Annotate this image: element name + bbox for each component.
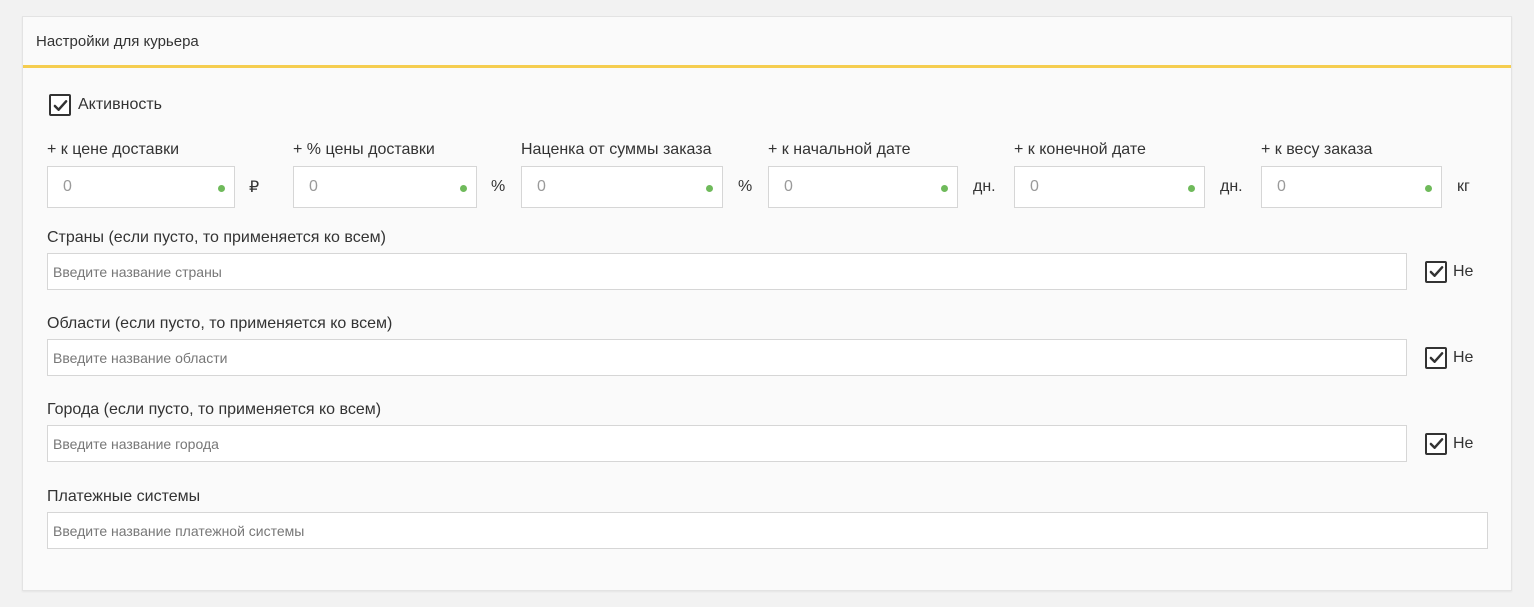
panel-header: Настройки для курьера xyxy=(23,17,1511,68)
regions-label: Области (если пусто, то применяется ко в… xyxy=(47,315,393,332)
active-label: Активность xyxy=(78,96,163,113)
weight-label: + к весу заказа xyxy=(1261,141,1373,158)
countries-group: Страны (если пусто, то применяется ко вс… xyxy=(47,228,1473,290)
cities-placeholder: Введите название города xyxy=(53,435,219,452)
countries-placeholder: Введите название страны xyxy=(53,263,222,280)
payment-input[interactable]: Введите название платежной системы xyxy=(47,512,1488,549)
price-add-input[interactable]: 0 xyxy=(47,166,235,208)
panel-title: Настройки для курьера xyxy=(36,32,199,50)
checkmark-icon xyxy=(1429,352,1443,363)
weight-unit: кг xyxy=(1457,178,1470,195)
status-dot-icon xyxy=(1425,185,1432,192)
end-date-unit: дн. xyxy=(1220,178,1243,195)
regions-group: Области (если пусто, то применяется ко в… xyxy=(47,314,1473,376)
regions-not-label: Не xyxy=(1453,348,1474,366)
order-markup-group: Наценка от суммы заказа 0 % xyxy=(521,140,752,208)
price-percent-unit: % xyxy=(491,178,506,195)
order-markup-value: 0 xyxy=(537,178,546,195)
cities-not-toggle: Не xyxy=(1425,432,1474,455)
courier-settings-panel: Настройки для курьера Активность + к цен… xyxy=(22,16,1512,591)
checkmark-icon xyxy=(1429,438,1443,449)
status-dot-icon xyxy=(941,185,948,192)
status-dot-icon xyxy=(460,185,467,192)
status-dot-icon xyxy=(1188,185,1195,192)
price-percent-label: + % цены доставки xyxy=(293,141,435,158)
status-dot-icon xyxy=(706,185,713,192)
cities-not-checkbox[interactable] xyxy=(1425,432,1447,455)
cities-input[interactable]: Введите название города xyxy=(47,425,1407,462)
weight-input[interactable]: 0 xyxy=(1261,166,1442,208)
regions-input[interactable]: Введите название области xyxy=(47,339,1407,376)
regions-placeholder: Введите название области xyxy=(53,349,228,366)
order-markup-label: Наценка от суммы заказа xyxy=(521,141,712,158)
weight-value: 0 xyxy=(1277,178,1286,195)
price-add-label: + к цене доставки xyxy=(47,141,180,158)
regions-not-checkbox[interactable] xyxy=(1425,346,1447,369)
cities-label: Города (если пусто, то применяется ко вс… xyxy=(47,401,382,418)
end-date-value: 0 xyxy=(1030,178,1039,195)
price-add-group: + к цене доставки 0 ₽ xyxy=(47,140,259,208)
order-markup-unit: % xyxy=(738,178,753,195)
cities-not-label: Не xyxy=(1453,434,1474,452)
price-percent-input[interactable]: 0 xyxy=(293,166,477,208)
countries-not-checkbox[interactable] xyxy=(1425,260,1447,283)
price-percent-value: 0 xyxy=(309,178,318,195)
weight-group: + к весу заказа 0 кг xyxy=(1261,140,1470,208)
active-checkbox[interactable] xyxy=(49,94,71,116)
checkmark-icon xyxy=(53,99,67,111)
payment-group: Платежные системы Введите название плате… xyxy=(47,487,1488,549)
order-markup-input[interactable]: 0 xyxy=(521,166,723,208)
end-date-group: + к конечной дате 0 дн. xyxy=(1014,140,1243,208)
countries-input[interactable]: Введите название страны xyxy=(47,253,1407,290)
start-date-label: + к начальной дате xyxy=(768,141,911,158)
end-date-input[interactable]: 0 xyxy=(1014,166,1205,208)
start-date-input[interactable]: 0 xyxy=(768,166,958,208)
payment-placeholder: Введите название платежной системы xyxy=(53,522,305,539)
start-date-unit: дн. xyxy=(973,178,996,195)
checkmark-icon xyxy=(1429,266,1443,277)
countries-not-toggle: Не xyxy=(1425,260,1474,283)
price-percent-group: + % цены доставки 0 % xyxy=(293,140,505,208)
start-date-group: + к начальной дате 0 дн. xyxy=(768,140,996,208)
start-date-value: 0 xyxy=(784,178,793,195)
price-add-unit: ₽ xyxy=(249,179,260,196)
countries-not-label: Не xyxy=(1453,262,1474,280)
cities-group: Города (если пусто, то применяется ко вс… xyxy=(47,400,1473,462)
payment-label: Платежные системы xyxy=(47,488,201,505)
price-add-value: 0 xyxy=(63,178,72,195)
active-toggle-row: Активность xyxy=(49,94,162,116)
regions-not-toggle: Не xyxy=(1425,346,1474,369)
status-dot-icon xyxy=(218,185,225,192)
end-date-label: + к конечной дате xyxy=(1014,141,1146,158)
countries-label: Страны (если пусто, то применяется ко вс… xyxy=(47,229,386,246)
